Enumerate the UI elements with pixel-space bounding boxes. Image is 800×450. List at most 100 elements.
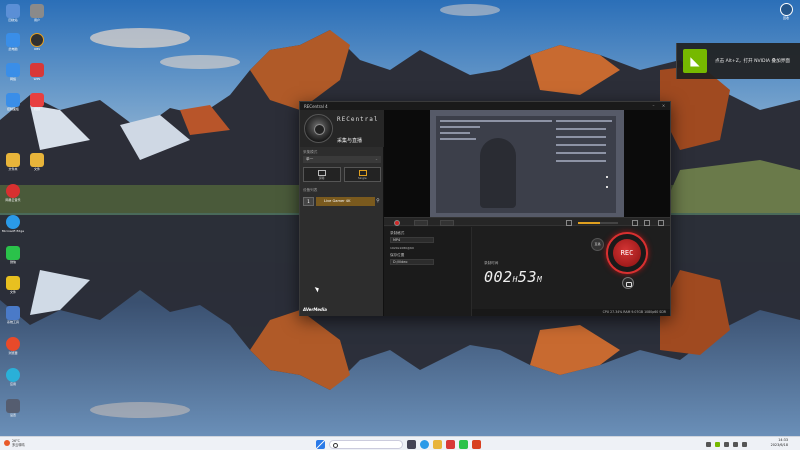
tray-app-icon[interactable] (715, 441, 720, 447)
timer-minutes-unit: M (536, 275, 543, 284)
mode-title: 采集与直播 (337, 138, 363, 144)
wps-taskbar-icon[interactable] (446, 439, 455, 449)
task-view-icon[interactable] (407, 439, 416, 449)
stream-button[interactable]: 直播 (591, 238, 604, 251)
preview-line (556, 144, 606, 146)
link-icon[interactable]: ⚲ (375, 198, 381, 204)
rec-button[interactable]: REC (613, 239, 641, 267)
main-panel: 录制格式 MP4 1920x1080@60 保存位置 D:/Video 录制时间… (384, 110, 670, 316)
recentral-taskbar-icon[interactable] (472, 439, 481, 449)
window-titlebar[interactable]: RECentral 4 – × (300, 102, 670, 110)
chevron-down-icon: ⌄ (374, 157, 378, 161)
format-select[interactable]: MP4 (390, 237, 434, 243)
desktop-icon[interactable]: 系统工具 (1, 306, 25, 326)
preview-dot (606, 176, 608, 178)
snapshot-camera-icon[interactable] (622, 277, 634, 289)
edge-icon (6, 215, 20, 229)
preview-content (436, 116, 616, 213)
timer-hours: 002 (484, 268, 513, 286)
desktop-icon[interactable]: 设置 (1, 399, 25, 419)
record-indicator-icon[interactable] (394, 219, 400, 226)
speaker-icon[interactable] (566, 219, 572, 226)
app-sidebar: RECentral 采集与直播 采集模式 单一 ⌄ 屏幕 Single 设备列表… (300, 110, 384, 316)
desktop-icon[interactable]: 文件夹 (1, 153, 25, 173)
recycle-bin-icon (6, 4, 20, 18)
tile-screen[interactable]: 屏幕 (303, 167, 341, 182)
mode-select[interactable]: 单一 ⌄ (303, 156, 381, 163)
timer-minutes: 53 (517, 268, 537, 286)
preview-person (480, 138, 516, 208)
tray-app-icon[interactable] (724, 441, 729, 447)
close-button[interactable]: × (661, 103, 666, 108)
video-preview[interactable] (384, 110, 670, 217)
wps-icon (30, 63, 44, 77)
volume-icon[interactable] (742, 441, 747, 447)
clock[interactable]: 14:33 2023/6/18 (766, 438, 788, 448)
desktop-icon[interactable]: 文件 (1, 276, 25, 296)
nvidia-notification[interactable]: ◣ 点击 Alt+Z，打开 NVIDIA 叠加界面 (676, 43, 800, 79)
desktop-icon[interactable]: 浏览器 (1, 337, 25, 357)
aperture-icon (779, 3, 793, 16)
tools-icon (6, 306, 20, 320)
folder-field[interactable]: D:/Video (390, 259, 434, 265)
tray-chevron-icon[interactable] (706, 441, 711, 447)
desktop-icon[interactable]: 网络 (1, 63, 25, 83)
file-icon (6, 276, 20, 290)
desktop-icon[interactable]: WPS (25, 63, 49, 83)
desktop-shortcut-top-right[interactable]: 回收 (778, 3, 794, 25)
explorer-taskbar-icon[interactable] (433, 439, 442, 449)
toolbar-button[interactable] (440, 219, 454, 226)
stream-button-label: 直播 (594, 242, 601, 246)
desktop-icon[interactable]: 视频 (25, 93, 49, 113)
volume-fill (578, 221, 600, 224)
tile-single[interactable]: Single (343, 167, 381, 182)
desktop-icon[interactable]: 微信 (1, 246, 25, 266)
minimize-button[interactable]: – (651, 103, 656, 108)
desktop-icon[interactable]: 回收站 (1, 4, 25, 24)
folder-icon (30, 153, 44, 167)
desktop-icon[interactable]: Microsoft Edge (1, 215, 25, 235)
network-icon[interactable] (733, 441, 738, 447)
start-icon[interactable] (316, 439, 325, 449)
nvidia-logo-icon: ◣ (683, 49, 707, 73)
window-title: RECentral 4 (304, 103, 328, 109)
mode-section-label: 采集模式 (303, 150, 318, 154)
folder-icon (6, 153, 20, 167)
desktop-icon[interactable]: 文件 (25, 153, 49, 173)
network-icon (6, 63, 20, 77)
taskbar-search[interactable] (329, 439, 403, 449)
preview-line (556, 152, 606, 154)
layout-icon[interactable] (658, 219, 664, 226)
desktop-icon[interactable]: OBS (25, 33, 49, 53)
desktop-icon[interactable]: 应用 (1, 368, 25, 388)
settings-icon[interactable] (644, 219, 650, 226)
desktop-icon[interactable]: 网易云音乐 (1, 184, 25, 204)
control-panel-icon (6, 93, 20, 107)
fullscreen-icon[interactable] (632, 219, 638, 226)
edge-taskbar-icon[interactable] (420, 439, 429, 449)
brand-area: RECentral 采集与直播 (300, 110, 384, 147)
source-tiles: 屏幕 Single (303, 167, 381, 182)
volume-slider[interactable] (578, 221, 618, 224)
obs-icon (30, 33, 44, 47)
wechat-icon (6, 246, 20, 260)
taskbar: 26°C 多云转晴 14:33 2023/6/18 (0, 436, 800, 450)
recentral-dial-icon[interactable] (304, 114, 333, 143)
system-tray (706, 439, 747, 449)
desktop-icon[interactable]: 控制面板 (1, 93, 25, 113)
device-section-label: 设备列表 (303, 188, 318, 192)
preview-line (556, 136, 606, 138)
weather-widget[interactable]: 26°C 多云转晴 (4, 438, 34, 450)
app-taskbar-icon[interactable] (459, 439, 468, 449)
user-icon (30, 4, 44, 18)
desktop-icon[interactable]: 此电脑 (1, 33, 25, 53)
rec-ring: REC (606, 232, 648, 274)
duration-label: 录制时间 (484, 261, 499, 265)
record-panel: 录制时间 002H53M 直播 REC (472, 227, 670, 309)
toolbar-button[interactable] (414, 219, 428, 226)
quality-label: 1920x1080@60 (390, 246, 414, 250)
brand-logo-text: RECentral (337, 116, 379, 123)
desktop-icon[interactable]: 用户 (25, 4, 49, 24)
device-list-item[interactable]: 1 Live Gamer 4K ⚲ (303, 196, 381, 206)
mode-select-value: 单一 (306, 157, 314, 161)
